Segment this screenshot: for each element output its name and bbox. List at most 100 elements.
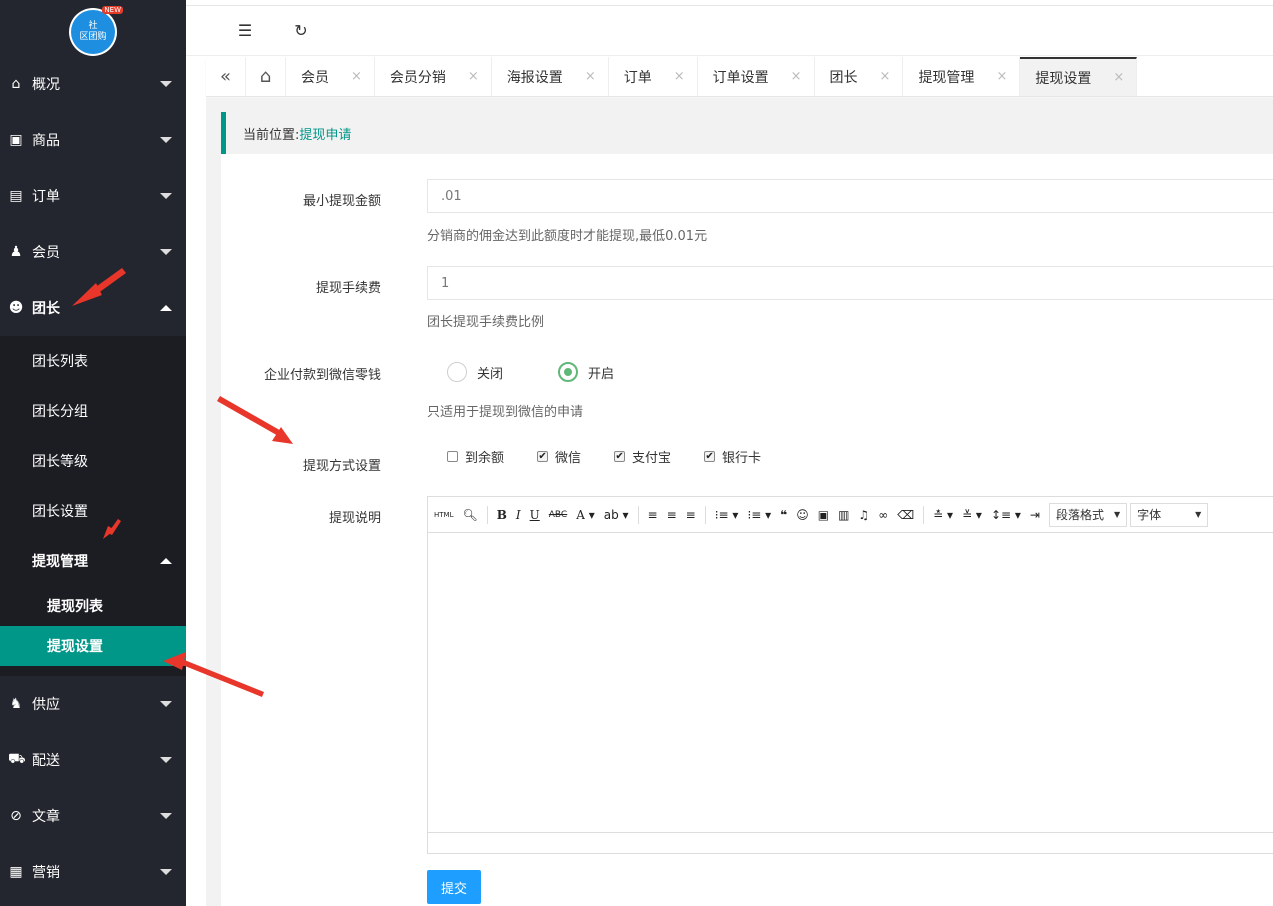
close-icon[interactable]: × [585, 69, 596, 84]
radio-on[interactable] [558, 362, 579, 382]
fee-help: 团长提现手续费比例 [427, 315, 545, 330]
sidebar-subsubitem-label: 提现设置 [47, 639, 103, 655]
tab-label: 提现设置 [1035, 70, 1092, 87]
row-spacing-top-icon[interactable]: ≛ ▾ [933, 508, 953, 522]
close-icon[interactable]: × [674, 69, 685, 84]
video-icon[interactable]: ▥ [838, 508, 849, 522]
sidebar-item-orders[interactable]: ▤ 订单 [0, 168, 186, 224]
tab-withdraw-settings[interactable]: 提现设置 × [1020, 57, 1138, 96]
sidebar-item-label: 文章 [32, 809, 60, 825]
sidebar-item-leaders[interactable]: ☻ 团长 [0, 280, 186, 336]
radio-off[interactable] [447, 362, 467, 382]
html-source-button[interactable]: HTML [434, 511, 453, 519]
sidebar-item-articles[interactable]: ⊘ 文章 [0, 788, 186, 844]
align-right-icon[interactable]: ≡ [686, 508, 696, 522]
tab-member-distribution[interactable]: 会员分销 × [375, 57, 492, 96]
editor-body[interactable] [428, 533, 1273, 833]
sidebar-subsubitem-withdraw-settings[interactable]: 提现设置 [0, 626, 186, 666]
music-icon[interactable]: ♫ [858, 508, 869, 522]
breadcrumb-current[interactable]: 提现申请 [299, 124, 351, 143]
tab-leaders[interactable]: 团长 × [815, 57, 904, 96]
sidebar-subitem-leader-list[interactable]: 团长列表 [0, 336, 186, 386]
min-amount-input[interactable]: .01 [427, 179, 1273, 213]
sidebar-item-supply[interactable]: ♞ 供应 [0, 676, 186, 732]
tab-label: 海报设置 [506, 69, 563, 86]
checkbox-wechat-label[interactable]: 微信 [555, 447, 581, 466]
line-height-icon[interactable]: ↕≡ ▾ [991, 508, 1021, 522]
checkbox-bank-card-label[interactable]: 银行卡 [722, 447, 761, 466]
preview-icon[interactable]: 🔍︎ [462, 508, 477, 522]
unordered-list-icon[interactable]: ⁝≡ ▾ [747, 508, 771, 522]
checkbox-balance[interactable] [447, 451, 458, 462]
radio-on-label[interactable]: 开启 [588, 363, 614, 382]
tab-withdraw-manage[interactable]: 提现管理 × [903, 57, 1021, 96]
highlight-icon[interactable]: ab ▾ [604, 508, 629, 522]
strikethrough-icon[interactable]: ABC [549, 510, 567, 520]
toolbar-divider [486, 505, 488, 524]
checkbox-wechat[interactable]: ✔ [537, 451, 549, 462]
radio-off-label[interactable]: 关闭 [477, 363, 503, 382]
sidebar-subitem-leader-level[interactable]: 团长等级 [0, 436, 186, 486]
checkbox-alipay-label[interactable]: 支付宝 [632, 447, 671, 466]
sidebar-item-goods[interactable]: ▣ 商品 [0, 112, 186, 168]
sidebar-subitem-label: 提现管理 [32, 554, 88, 570]
sidebar-subsubitem-withdraw-list[interactable]: 提现列表 [0, 586, 186, 626]
checkbox-alipay[interactable]: ✔ [614, 451, 626, 462]
tab-orders[interactable]: 订单 × [609, 57, 698, 96]
logo[interactable]: 社 区团购 NEW [69, 6, 123, 56]
sidebar-item-label: 订单 [32, 189, 60, 205]
tab-members[interactable]: 会员 × [286, 57, 375, 96]
quote-icon[interactable]: ❝ [780, 508, 787, 522]
font-family-select[interactable]: 字体 ▼ [1130, 502, 1209, 527]
submit-button[interactable]: 提交 [427, 870, 481, 904]
close-icon[interactable]: × [996, 69, 1007, 84]
emoji-icon[interactable]: ☺ [796, 508, 809, 522]
tab-home-icon[interactable]: ⌂ [246, 57, 286, 96]
sidebar-item-members[interactable]: ♟ 会员 [0, 224, 186, 280]
close-icon[interactable]: × [351, 69, 362, 84]
sidebar-submenu-leaders: 团长列表 团长分组 团长等级 团长设置 提现管理 提现列表 提现设置 [0, 336, 186, 676]
fee-input[interactable]: 1 [427, 266, 1273, 300]
sidebar-subitem-leader-group[interactable]: 团长分组 [0, 386, 186, 436]
chevron-down-icon: ▼ [1114, 510, 1121, 519]
eraser-icon[interactable]: ⌫ [897, 508, 914, 522]
paragraph-format-value: 段落格式 [1055, 508, 1104, 522]
align-center-icon[interactable]: ≡ [667, 508, 677, 522]
checkbox-bank-card[interactable]: ✔ [704, 451, 716, 462]
sidebar-subitem-withdraw-manage[interactable]: 提现管理 [0, 536, 186, 586]
row-spacing-bottom-icon[interactable]: ≚ ▾ [962, 508, 982, 522]
italic-icon[interactable]: I [516, 508, 521, 522]
align-left-icon[interactable]: ≡ [648, 508, 658, 522]
close-icon[interactable]: × [880, 69, 891, 84]
indent-icon[interactable]: ⇥ [1030, 508, 1040, 522]
collapse-menu-icon[interactable]: ☰ [236, 21, 254, 40]
wechat-pay-radio-group: 关闭 开启 [447, 362, 669, 382]
tab-order-settings[interactable]: 订单设置 × [698, 57, 815, 96]
refresh-icon[interactable]: ↻ [292, 21, 310, 40]
close-icon[interactable]: × [791, 69, 802, 84]
truck-icon: ⛟ [8, 751, 26, 767]
ordered-list-icon[interactable]: ⁝≡ ▾ [715, 508, 739, 522]
sidebar-subsubitem-label: 提现列表 [47, 599, 103, 615]
sidebar-item-overview[interactable]: ⌂ 概况 [0, 56, 186, 112]
link-icon[interactable]: ∞ [878, 508, 888, 522]
sidebar-subitem-leader-settings[interactable]: 团长设置 [0, 486, 186, 536]
sidebar-item-marketing[interactable]: ▦ 营销 [0, 844, 186, 900]
tab-scroll-left-icon[interactable]: « [206, 57, 246, 96]
tab-poster-settings[interactable]: 海报设置 × [492, 57, 609, 96]
underline-icon[interactable]: U [530, 508, 540, 522]
close-icon[interactable]: × [1113, 70, 1124, 85]
caret-down-icon [160, 137, 172, 143]
checkbox-balance-label[interactable]: 到余额 [465, 447, 504, 466]
sidebar-item-label: 配送 [32, 753, 60, 769]
sidebar-item-delivery[interactable]: ⛟ 配送 [0, 732, 186, 788]
paragraph-format-select[interactable]: 段落格式 ▼ [1048, 502, 1128, 527]
font-color-icon[interactable]: A ▾ [576, 508, 595, 522]
caret-down-icon [160, 81, 172, 87]
image-icon[interactable]: ▣ [818, 508, 829, 522]
bold-icon[interactable]: B [497, 508, 507, 522]
shopping-bag-icon: ▣ [9, 132, 23, 148]
sidebar-subitem-label: 团长分组 [32, 404, 88, 420]
close-icon[interactable]: × [468, 69, 479, 84]
supplier-icon: ♞ [9, 696, 23, 712]
